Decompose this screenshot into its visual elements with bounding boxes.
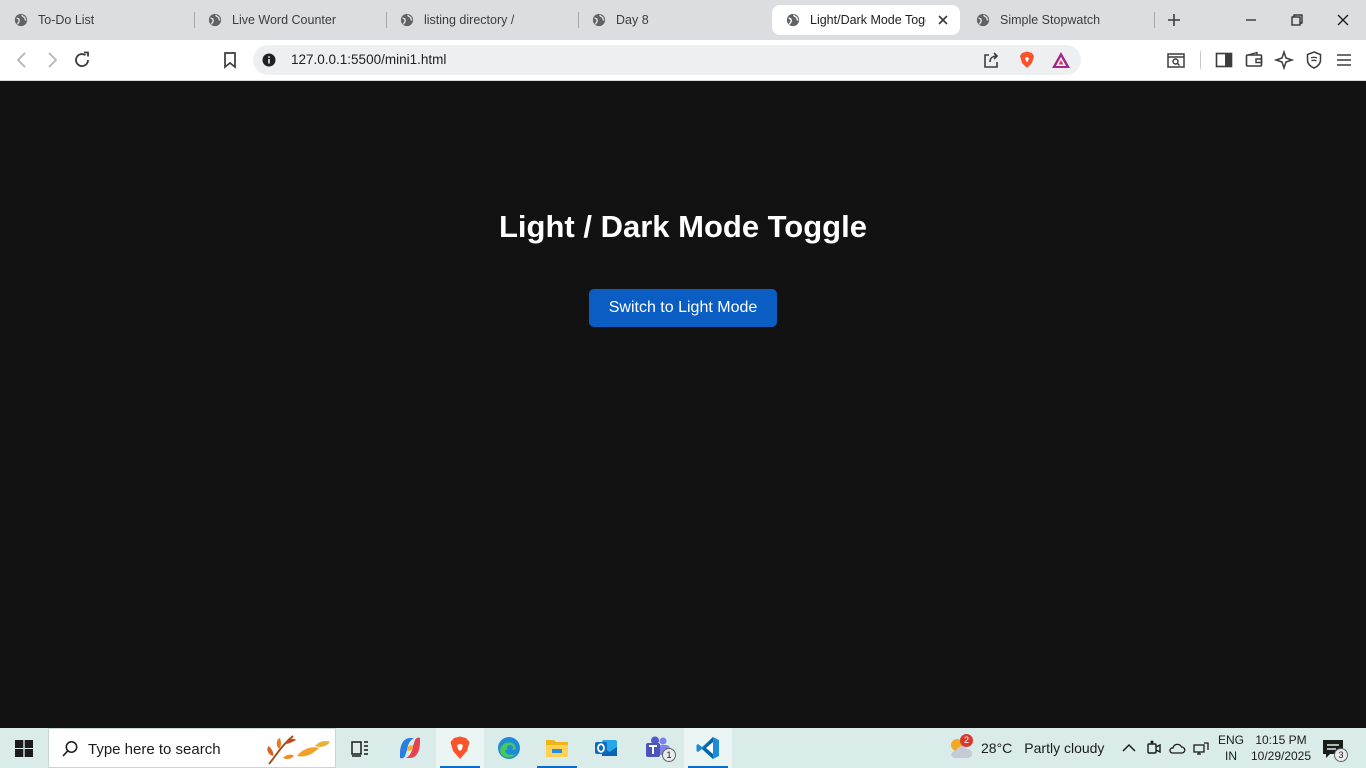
copilot-icon (400, 737, 420, 759)
menu-icon[interactable] (1334, 50, 1354, 70)
url-text[interactable]: 127.0.0.1:5500/mini1.html (291, 52, 446, 67)
leo-ai-icon[interactable] (1274, 50, 1294, 70)
tab-title: listing directory / (424, 13, 515, 27)
tab-strip: To-Do List Live Word Counter listing dir… (0, 0, 1366, 40)
clock-date: 10/29/2025 (1250, 749, 1312, 763)
toolbar-divider (1200, 51, 1201, 69)
theme-toggle-button[interactable]: Switch to Light Mode (589, 289, 777, 327)
close-window-icon[interactable] (1331, 8, 1355, 32)
taskbar-vscode[interactable] (684, 728, 732, 768)
forward-icon[interactable] (42, 50, 62, 70)
weather-alert-badge: 2 (960, 734, 973, 747)
taskbar-task-view[interactable] (336, 728, 384, 768)
address-bar[interactable]: 127.0.0.1:5500/mini1.html (253, 45, 1081, 75)
tab-simple-stopwatch[interactable]: Simple Stopwatch (962, 5, 1154, 35)
input-language[interactable]: ENG IN (1214, 732, 1248, 764)
meet-now-icon[interactable] (1144, 739, 1162, 757)
tab-title: Simple Stopwatch (1000, 13, 1101, 27)
network-icon[interactable] (1192, 739, 1210, 757)
search-placeholder: Type here to search (88, 741, 221, 758)
globe-icon (592, 13, 606, 27)
tab-listing-directory[interactable]: listing directory / (386, 5, 578, 35)
taskbar-file-explorer[interactable] (533, 728, 581, 768)
site-info-icon[interactable] (262, 53, 276, 67)
tab-title: Light/Dark Mode Togg (810, 13, 926, 27)
tab-day-8[interactable]: Day 8 (578, 5, 770, 35)
page-title: Light / Dark Mode Toggle (499, 209, 867, 244)
weather-temperature: 28°C (981, 740, 1013, 756)
close-icon[interactable] (936, 13, 950, 27)
clock-time: 10:15 PM (1255, 733, 1307, 747)
file-explorer-icon (546, 740, 568, 757)
taskbar-outlook[interactable] (582, 728, 630, 768)
teams-badge: 1 (662, 748, 676, 762)
bookmark-icon[interactable] (220, 50, 240, 70)
outlook-icon (595, 740, 617, 756)
taskbar-copilot[interactable] (386, 728, 434, 768)
share-icon[interactable] (981, 50, 1001, 70)
globe-icon (400, 13, 414, 27)
weather-widget[interactable]: 2 28°C Partly cloudy (946, 728, 1104, 768)
windows-taskbar: Type here to search 1 2 28°C Partly clou… (0, 728, 1366, 768)
tab-title: To-Do List (38, 13, 95, 27)
vpn-shield-icon[interactable] (1304, 50, 1324, 70)
wallet-icon[interactable] (1244, 50, 1264, 70)
taskbar-search[interactable]: Type here to search (48, 728, 336, 768)
globe-icon (208, 13, 222, 27)
minimize-icon[interactable] (1239, 8, 1263, 32)
notification-count: 3 (1334, 748, 1348, 762)
new-tab-icon[interactable] (1163, 9, 1185, 31)
language-code: ENG (1217, 733, 1244, 747)
tab-title: Live Word Counter (232, 13, 336, 27)
globe-icon (14, 13, 28, 27)
windows-logo-icon (15, 740, 33, 757)
language-region: IN (1225, 749, 1237, 763)
sidebar-icon[interactable] (1214, 50, 1234, 70)
browser-toolbar: 127.0.0.1:5500/mini1.html (0, 40, 1366, 81)
weather-condition: Partly cloudy (1024, 740, 1105, 756)
chevron-up-icon[interactable] (1120, 739, 1138, 757)
onedrive-cloud-icon[interactable] (1168, 739, 1186, 757)
back-icon[interactable] (12, 50, 32, 70)
tab-separator (1154, 12, 1155, 28)
reload-icon[interactable] (72, 50, 92, 70)
start-button[interactable] (0, 728, 48, 768)
notification-center[interactable]: 3 (1322, 737, 1348, 762)
tab-light-dark-toggle[interactable]: Light/Dark Mode Togg (772, 5, 960, 35)
globe-icon (786, 13, 800, 27)
taskbar-edge[interactable] (485, 728, 533, 768)
tab-todo-list[interactable]: To-Do List (0, 5, 194, 35)
edge-browser-icon (498, 737, 520, 759)
brave-shields-icon[interactable] (1017, 50, 1037, 70)
taskbar-brave[interactable] (436, 728, 484, 768)
vscode-icon (696, 737, 719, 759)
tab-search-icon[interactable] (1166, 50, 1186, 70)
taskbar-teams[interactable]: 1 (632, 728, 684, 768)
system-clock[interactable]: 10:15 PM 10/29/2025 (1250, 732, 1312, 764)
autumn-leaves-icon (267, 735, 330, 765)
globe-icon (976, 13, 990, 27)
brave-rewards-icon[interactable] (1051, 51, 1071, 69)
tab-title: Day 8 (616, 13, 649, 27)
search-icon (62, 741, 78, 757)
restore-icon[interactable] (1285, 8, 1309, 32)
task-view-icon (351, 741, 368, 757)
partly-cloudy-icon: 2 (946, 734, 974, 762)
tab-live-word-counter[interactable]: Live Word Counter (194, 5, 386, 35)
page-content: Light / Dark Mode Toggle Switch to Light… (0, 81, 1366, 728)
brave-browser-icon (450, 736, 470, 759)
